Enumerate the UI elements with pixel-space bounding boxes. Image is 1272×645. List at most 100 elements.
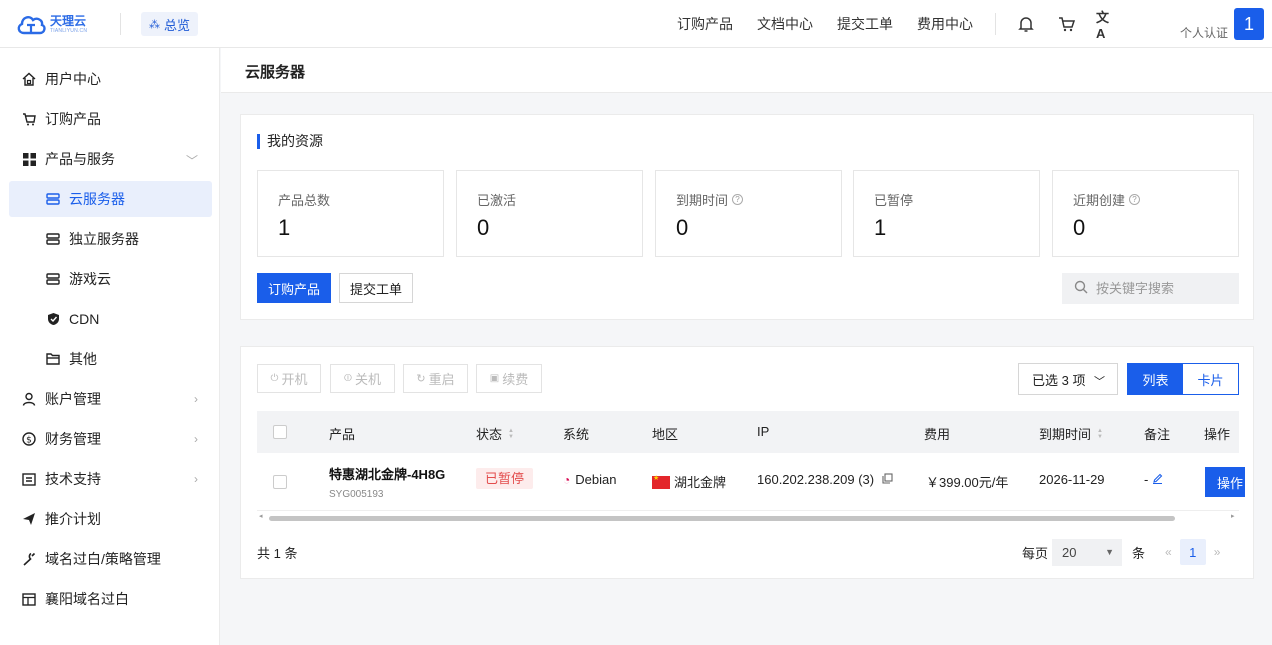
view-toggle: 列表 卡片 (1127, 363, 1239, 395)
sidebar-item-game-cloud[interactable]: 游戏云 (9, 261, 212, 297)
row-checkbox[interactable] (273, 475, 287, 489)
sidebar-item-referral[interactable]: 推介计划 (9, 501, 212, 537)
edit-icon[interactable] (1152, 472, 1163, 487)
sidebar-item-cloud-server[interactable]: 云服务器 (9, 181, 212, 217)
sidebar-item-account[interactable]: 账户管理 › (9, 381, 212, 417)
plug-icon: ⏼ (344, 373, 352, 384)
search-input[interactable] (1096, 281, 1226, 296)
personal-verify-link[interactable]: 个人认证 (1180, 24, 1228, 41)
brand-logo[interactable]: 天理云 TIANLIYUN.CN (16, 9, 102, 39)
card-view-button[interactable]: 卡片 (1183, 364, 1238, 394)
chevron-right-icon: › (194, 392, 198, 406)
os-name: Debian (575, 472, 617, 487)
nav-submit-ticket[interactable]: 提交工单 (837, 14, 893, 34)
stat-activated[interactable]: 已激活 0 (456, 170, 643, 257)
power-off-button[interactable]: ⏼ 关机 (330, 364, 395, 393)
stat-suspended[interactable]: 已暂停 1 (853, 170, 1040, 257)
stat-expiring[interactable]: 到期时间? 0 (655, 170, 842, 257)
wrench-icon (21, 551, 37, 567)
os-cell: ◔ Debian (563, 472, 616, 487)
col-status[interactable]: 状态 ▲ ▼ (476, 424, 514, 443)
svg-text:$: $ (26, 436, 32, 446)
cart-icon[interactable] (1056, 14, 1076, 34)
nav-docs[interactable]: 文档中心 (757, 14, 813, 34)
col-expire[interactable]: 到期时间 ▲ ▼ (1039, 424, 1103, 443)
chevron-right-icon: › (194, 472, 198, 486)
sort-icon: ▲ ▼ (508, 427, 514, 440)
power-on-button[interactable]: ⏻ 开机 (257, 364, 321, 393)
page-title: 云服务器 (245, 64, 306, 81)
sidebar-item-label: 账户管理 (45, 391, 101, 407)
region-name: 湖北金牌 (674, 475, 727, 490)
help-icon[interactable]: ? (732, 194, 744, 205)
col-note: 备注 (1144, 427, 1171, 442)
col-system: 系统 (563, 427, 590, 442)
table-row[interactable]: 特惠湖北金牌-4H8G SYG005193 已暂停 ◔ Debian 湖北金牌 … (257, 453, 1245, 511)
overview-label: 总览 (164, 17, 191, 33)
sidebar-item-label: CDN (69, 311, 100, 327)
folder-icon (45, 351, 61, 367)
stat-recently-created[interactable]: 近期创建? 0 (1052, 170, 1239, 257)
sidebar-item-label: 订购产品 (45, 111, 101, 127)
chevron-right-icon: › (194, 432, 198, 446)
page-size-select[interactable]: 20 ▼ (1052, 538, 1123, 566)
help-icon[interactable]: ? (1129, 194, 1141, 205)
expire-cell: 2026-11-29 (1039, 472, 1105, 487)
sidebar-item-dedicated-server[interactable]: 独立服务器 (9, 221, 212, 257)
select-all-checkbox[interactable] (273, 425, 287, 439)
list-view-button[interactable]: 列表 (1128, 364, 1183, 394)
overview-button[interactable]: ⁂ 总览 (141, 12, 199, 36)
cloud-logo-icon (17, 16, 46, 35)
scroll-right-icon[interactable]: ▸ (1231, 512, 1235, 520)
support-icon (21, 471, 37, 487)
avatar[interactable]: 1 (1234, 8, 1264, 40)
sidebar-item-cdn[interactable]: CDN (9, 301, 212, 337)
sidebar-item-order-products[interactable]: 订购产品 (9, 101, 212, 137)
scroll-left-icon[interactable]: ◂ (259, 512, 263, 520)
sidebar-item-products-services[interactable]: 产品与服务 ﹀ (9, 141, 212, 177)
sidebar-item-user-center[interactable]: 用户中心 (9, 61, 212, 97)
sidebar-item-label: 云服务器 (69, 191, 125, 207)
china-flag-icon (652, 474, 670, 489)
col-product: 产品 (329, 427, 356, 442)
scrollbar-thumb[interactable] (269, 516, 1175, 521)
sidebar-item-support[interactable]: 技术支持 › (9, 461, 212, 497)
nav-billing[interactable]: 费用中心 (917, 14, 973, 34)
fee-cell: ￥399.00元/年 (926, 475, 1009, 490)
stat-total-products[interactable]: 产品总数 1 (257, 170, 444, 257)
language-icon[interactable]: 文A (1096, 10, 1116, 41)
top-header: 天理云 TIANLIYUN.CN ⁂ 总览 订购产品 文档中心 提交工单 费用中… (0, 0, 1272, 48)
product-cell[interactable]: 特惠湖北金牌-4H8G SYG005193 (329, 464, 445, 500)
note-cell: - (1144, 472, 1163, 487)
product-name[interactable]: 特惠湖北金牌-4H8G (329, 464, 445, 483)
horizontal-scrollbar[interactable]: ◂ ▸ (257, 512, 1239, 522)
sidebar-item-label: 其他 (69, 351, 97, 367)
submit-ticket-button[interactable]: 提交工单 (339, 273, 413, 303)
sidebar-item-domain-whitelist[interactable]: 域名过白/策略管理 (9, 541, 212, 577)
caret-down-icon: ▼ (1105, 546, 1115, 557)
renew-button[interactable]: ▣ 续费 (476, 364, 542, 393)
bell-icon[interactable] (1016, 14, 1036, 34)
current-page-button[interactable]: 1 (1179, 539, 1206, 565)
copy-icon[interactable] (882, 472, 893, 487)
sidebar-item-other[interactable]: 其他 (9, 341, 212, 377)
page-title-bar: 云服务器 (221, 48, 1272, 93)
selected-items-dropdown[interactable]: 已选 3 项 ﹀ (1018, 363, 1118, 395)
restart-button[interactable]: ↻ 重启 (403, 364, 468, 393)
next-page-icon[interactable]: » (1214, 545, 1221, 559)
product-id: SYG005193 (329, 489, 384, 500)
stat-label: 近期创建? (1073, 190, 1141, 209)
prev-page-icon[interactable]: « (1165, 545, 1172, 559)
server-icon (45, 231, 61, 247)
debian-icon: ◔ (563, 472, 571, 487)
search-box[interactable] (1062, 273, 1239, 304)
row-action-button[interactable]: 操作 (1205, 467, 1245, 497)
order-product-button[interactable]: 订购产品 (257, 273, 331, 303)
send-icon (21, 511, 37, 527)
nav-order-products[interactable]: 订购产品 (677, 14, 733, 34)
sidebar-item-xiangyang-whitelist[interactable]: 襄阳域名过白 (9, 581, 212, 617)
stat-label: 到期时间? (676, 190, 744, 209)
sidebar-item-label: 襄阳域名过白 (45, 591, 129, 607)
sidebar-item-finance[interactable]: $ 财务管理 › (9, 421, 212, 457)
server-icon (45, 191, 61, 207)
